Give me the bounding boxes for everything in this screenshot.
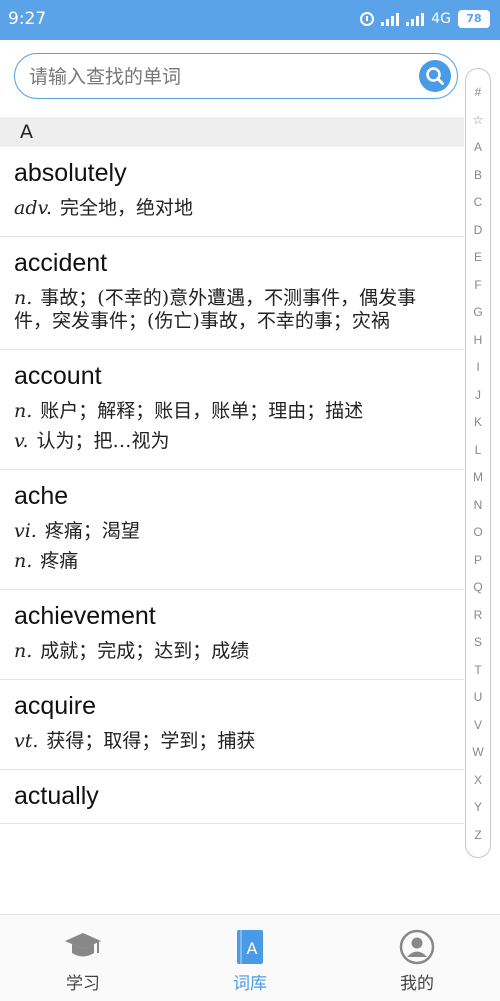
entry-spacer [14, 663, 450, 679]
definition-text: 成就；完成；达到；成绩 [40, 640, 250, 662]
part-of-speech: vt. [14, 730, 39, 752]
status-icons: 4G 78 [360, 10, 490, 28]
part-of-speech: v. [14, 430, 29, 452]
alarm-icon [360, 12, 375, 26]
entry-spacer [14, 453, 450, 469]
search-bar [14, 53, 458, 99]
word-headword: absolutely [14, 159, 127, 187]
status-bar: 9:27 4G 78 [0, 0, 500, 40]
index-letter[interactable]: ☆ [466, 107, 490, 135]
index-letter[interactable]: K [466, 409, 490, 437]
tab-study-label: 学习 [66, 974, 100, 994]
index-letter[interactable]: O [466, 519, 490, 547]
index-letter[interactable]: F [466, 272, 490, 300]
tab-library-label: 词库 [233, 974, 267, 994]
part-of-speech: n. [14, 287, 33, 309]
index-letter[interactable]: H [466, 327, 490, 355]
book-a-icon: A [237, 930, 263, 964]
graduation-cap-icon [65, 933, 101, 957]
svg-text:A: A [247, 939, 258, 958]
word-definition: n. 账户；解释；账目，账单；理由；描述 [14, 400, 450, 423]
entry-spacer [14, 573, 450, 589]
alphabet-index[interactable]: # ☆ A B C D E F G H I J K L M N O P Q R S T U V W X Y Z [465, 68, 491, 858]
user-avatar-icon [399, 929, 435, 965]
word-entry[interactable]: acquire vt. 获得；取得；学到；捕获 [0, 680, 464, 770]
index-letter[interactable]: Y [466, 794, 490, 822]
status-time: 9:27 [8, 9, 47, 29]
index-letter[interactable]: I [466, 354, 490, 382]
part-of-speech: adv. [14, 197, 53, 219]
index-letter[interactable]: X [466, 767, 490, 795]
definition-text: 完全地，绝对地 [60, 197, 194, 219]
definition-text: 账户；解释；账目，账单；理由；描述 [40, 400, 364, 422]
entry-spacer [14, 333, 450, 349]
network-type: 4G [431, 11, 451, 27]
index-letter[interactable]: # [466, 79, 490, 107]
search-icon [426, 67, 444, 85]
word-headword: account [14, 362, 102, 390]
definition-text: 事故；(不幸的)意外遭遇，不测事件，偶发事件，突发事件；(伤亡)事故，不幸的事；… [14, 287, 417, 332]
word-entry[interactable]: actually [0, 770, 464, 824]
word-headword: ache [14, 482, 69, 510]
part-of-speech: vi. [14, 520, 37, 542]
definition-text: 获得；取得；学到；捕获 [46, 730, 256, 752]
index-letter[interactable]: V [466, 712, 490, 740]
word-definition: adv. 完全地，绝对地 [14, 197, 450, 220]
index-letter[interactable]: R [466, 602, 490, 630]
word-headword: acquire [14, 692, 96, 720]
index-letter[interactable]: D [466, 217, 490, 245]
definition-text: 认为；把…视为 [36, 430, 170, 452]
tab-library[interactable]: A 词库 [167, 915, 333, 1001]
index-letter[interactable]: A [466, 134, 490, 162]
index-letter[interactable]: J [466, 382, 490, 410]
word-entry[interactable]: ache vi. 疼痛；渴望 n. 疼痛 [0, 470, 464, 590]
word-entry[interactable]: account n. 账户；解释；账目，账单；理由；描述 v. 认为；把…视为 [0, 350, 464, 470]
entry-spacer [14, 220, 450, 236]
part-of-speech: n. [14, 400, 33, 422]
index-letter[interactable]: P [466, 547, 490, 575]
word-definition: n. 成就；完成；达到；成绩 [14, 640, 450, 663]
bottom-nav: 学习 A 词库 我的 [0, 914, 500, 1001]
word-definition: vi. 疼痛；渴望 [14, 520, 450, 543]
word-entry[interactable]: accident n. 事故；(不幸的)意外遭遇，不测事件，偶发事件，突发事件；(伤… [0, 237, 464, 350]
word-headword: achievement [14, 602, 156, 630]
search-button[interactable] [419, 60, 451, 92]
signal-icon [381, 12, 400, 26]
index-letter[interactable]: G [466, 299, 490, 327]
index-letter[interactable]: C [466, 189, 490, 217]
index-letter[interactable]: E [466, 244, 490, 272]
entry-spacer [14, 753, 450, 769]
part-of-speech: n. [14, 550, 33, 572]
signal-icon-2 [406, 12, 425, 26]
index-letter[interactable]: U [466, 684, 490, 712]
tab-study[interactable]: 学习 [0, 915, 166, 1001]
section-header: A [0, 117, 464, 147]
entry-spacer [14, 813, 450, 823]
word-headword: actually [14, 782, 99, 810]
definition-text: 疼痛；渴望 [44, 520, 140, 542]
search-input[interactable] [27, 62, 421, 92]
word-entry[interactable]: achievement n. 成就；完成；达到；成绩 [0, 590, 464, 680]
word-definition: v. 认为；把…视为 [14, 430, 450, 453]
word-definition: n. 疼痛 [14, 550, 450, 573]
index-letter[interactable]: L [466, 437, 490, 465]
word-list: absolutely adv. 完全地，绝对地 accident n. 事故；(不幸的)意… [0, 147, 464, 824]
index-letter[interactable]: T [466, 657, 490, 685]
word-definition: vt. 获得；取得；学到；捕获 [14, 730, 450, 753]
part-of-speech: n. [14, 640, 33, 662]
index-letter[interactable]: B [466, 162, 490, 190]
definition-text: 疼痛 [40, 550, 79, 572]
index-letter[interactable]: Z [466, 822, 490, 850]
word-definition: n. 事故；(不幸的)意外遭遇，不测事件，偶发事件，突发事件；(伤亡)事故，不幸的… [14, 287, 450, 333]
index-letter[interactable]: S [466, 629, 490, 657]
index-letter[interactable]: M [466, 464, 490, 492]
index-letter[interactable]: N [466, 492, 490, 520]
tab-mine[interactable]: 我的 [334, 915, 500, 1001]
battery-icon: 78 [458, 10, 490, 28]
index-letter[interactable]: W [466, 739, 490, 767]
word-entry[interactable]: absolutely adv. 完全地，绝对地 [0, 147, 464, 237]
word-headword: accident [14, 249, 108, 277]
index-letter[interactable]: Q [466, 574, 490, 602]
tab-mine-label: 我的 [400, 974, 434, 994]
